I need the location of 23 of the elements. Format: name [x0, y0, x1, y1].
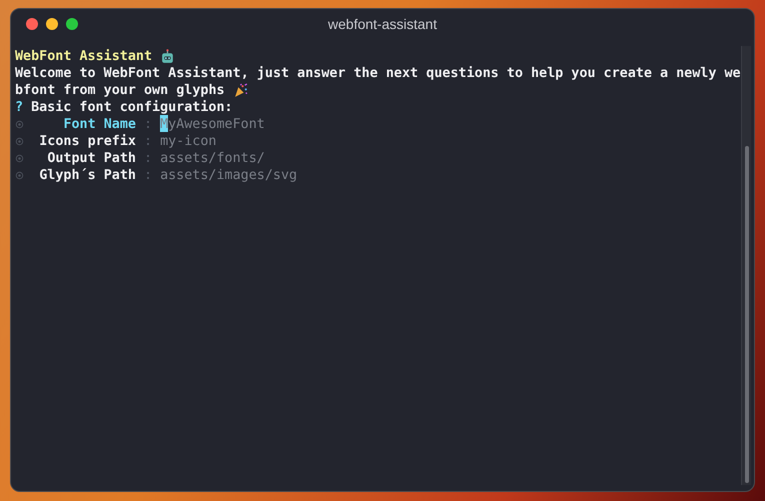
separator: :	[144, 116, 152, 133]
field-value[interactable]: assets/images/svg	[160, 167, 298, 184]
prompt-text: Basic font configuration:	[31, 99, 233, 116]
field-value[interactable]: assets/fonts/	[160, 150, 265, 167]
welcome-text: Welcome to WebFont Assistant, just answer the next questions to help you create a newly we	[15, 65, 741, 82]
minimize-button[interactable]	[46, 18, 58, 30]
close-button[interactable]	[26, 18, 38, 30]
field-label: Glyph´s Path	[39, 167, 136, 184]
separator: :	[144, 133, 152, 150]
party-popper-icon	[232, 83, 248, 98]
field-label: Output Path	[47, 150, 136, 167]
heading-text: WebFont Assistant	[15, 48, 152, 65]
prompt-mark: ?	[15, 99, 24, 116]
scrollbar-thumb[interactable]	[744, 146, 749, 483]
robot-icon	[160, 49, 176, 64]
field-label: Icons prefix	[39, 133, 136, 150]
field-label: Font Name	[63, 116, 136, 133]
separator: :	[144, 167, 152, 184]
separator: :	[144, 150, 152, 167]
window-title: webfont-assistant	[328, 16, 437, 32]
welcome-text: bfont from your own glyphs	[15, 82, 225, 99]
zoom-button[interactable]	[66, 18, 78, 30]
field-value[interactable]: my-icon	[160, 133, 216, 150]
